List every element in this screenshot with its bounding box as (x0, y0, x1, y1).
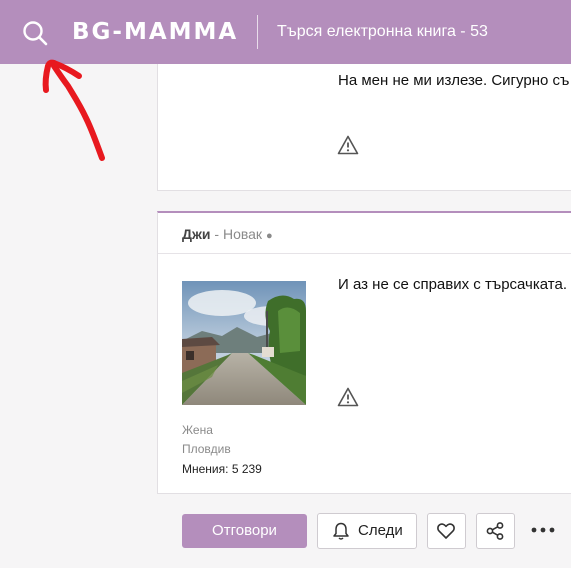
like-button[interactable] (427, 513, 466, 549)
post-header: Джи - Новак ● (158, 213, 571, 254)
search-icon[interactable] (20, 18, 50, 48)
site-logo[interactable]: BG-MAMMA (72, 17, 238, 47)
post-card: Джи - Новак ● Жена Пловдив Мнения: 5 239… (157, 211, 571, 494)
follow-button[interactable]: Следи (317, 513, 417, 549)
avatar-image (182, 281, 306, 405)
search-button[interactable] (20, 18, 50, 48)
opinions-label: Мнения: (182, 462, 229, 476)
heart-icon (437, 523, 455, 539)
opinions-count: 5 239 (231, 462, 262, 476)
share-icon (486, 522, 504, 540)
more-dots-icon (531, 527, 555, 533)
author-rank: Новак (222, 226, 263, 242)
avatar[interactable] (182, 281, 306, 405)
more-options-button[interactable] (530, 516, 556, 544)
post-text: На мен не ми излезе. Сигурно съ (338, 72, 570, 89)
post-card: На мен не ми излезе. Сигурно съ (157, 64, 571, 191)
top-bar: BG-MAMMA Търся електронна книга - 53 (0, 0, 571, 64)
share-button[interactable] (476, 513, 515, 549)
author-opinions: Мнения: 5 239 (182, 462, 262, 476)
warning-icon[interactable] (337, 387, 359, 407)
reply-button[interactable]: Отговори (182, 514, 307, 548)
warning-icon[interactable] (337, 135, 359, 155)
header-divider (257, 15, 258, 49)
follow-label: Следи (358, 522, 403, 539)
page-title[interactable]: Търся електронна книга - 53 (277, 22, 488, 42)
online-status-dot: ● (265, 230, 273, 242)
author-gender: Жена (182, 423, 213, 437)
bell-icon (333, 522, 349, 540)
post-author: Джи - Новак ● (182, 225, 273, 245)
author-separator: - (210, 226, 223, 242)
author-name[interactable]: Джи (182, 226, 211, 242)
post-text: И аз не се справих с търсачката. (338, 276, 567, 293)
author-city: Пловдив (182, 442, 231, 456)
